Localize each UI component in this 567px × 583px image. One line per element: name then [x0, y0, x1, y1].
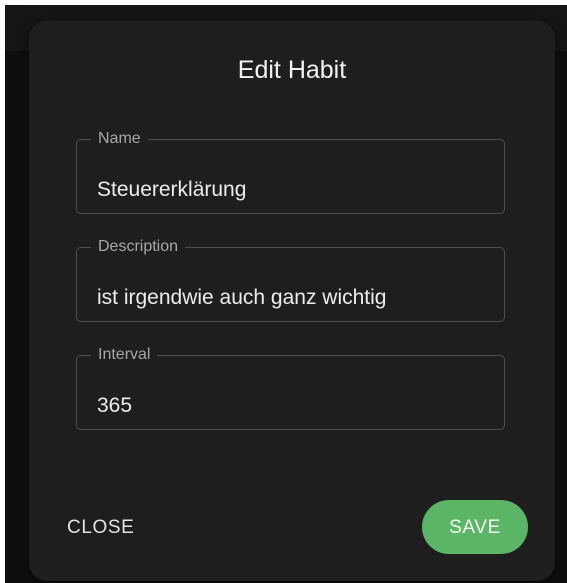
interval-field-label: Interval [98, 346, 151, 363]
interval-field-value[interactable]: 365 [97, 394, 132, 418]
description-field[interactable]: Description ist irgendwie auch ganz wich… [76, 238, 505, 322]
name-field[interactable]: Name Steuererklärung [76, 130, 505, 214]
dialog-title: Edit Habit [237, 56, 347, 84]
edit-habit-dialog: Edit Habit Name Steuererklärung Descript… [29, 21, 555, 581]
name-field-label: Name [98, 130, 141, 147]
description-field-label: Description [98, 238, 179, 255]
save-button[interactable]: SAVE [422, 500, 528, 554]
name-field-value[interactable]: Steuererklärung [97, 178, 246, 202]
interval-field[interactable]: Interval 365 [76, 346, 505, 430]
description-field-value[interactable]: ist irgendwie auch ganz wichtig [97, 286, 387, 310]
close-button[interactable]: CLOSE [55, 510, 146, 546]
modal-backdrop: Edit Habit Name Steuererklärung Descript… [5, 5, 567, 583]
